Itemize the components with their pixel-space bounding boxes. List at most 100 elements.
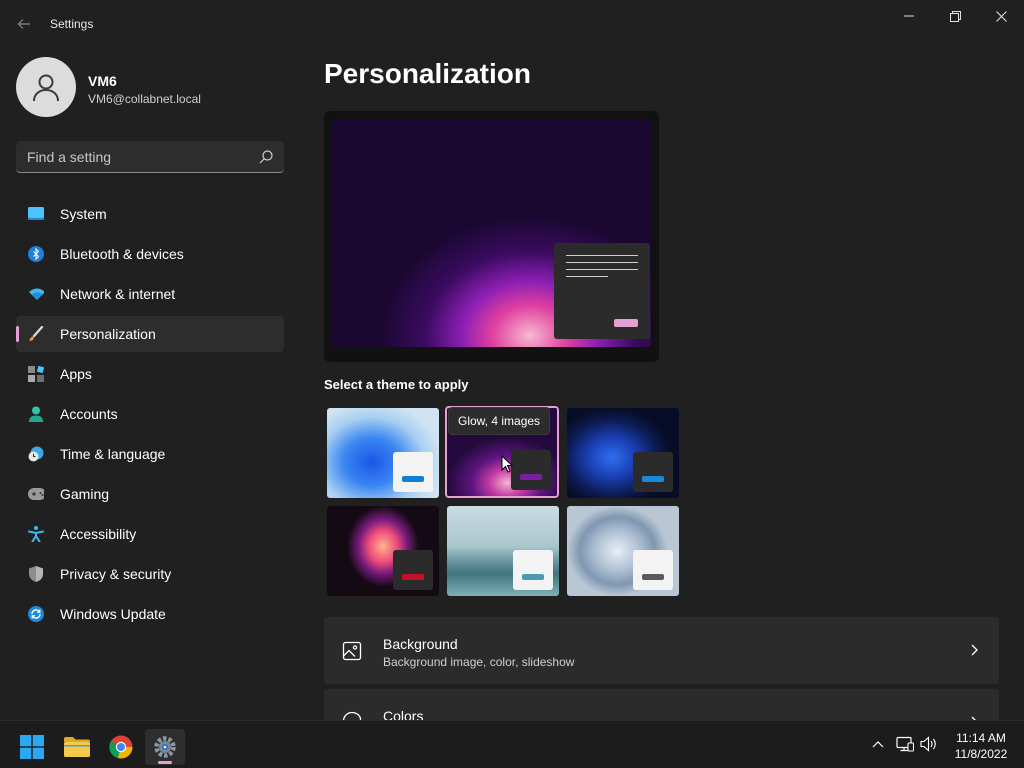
theme-card	[511, 450, 551, 490]
user-profile[interactable]: VM6 VM6@collabnet.local	[16, 57, 286, 117]
sidebar-item-accessibility[interactable]: Accessibility	[16, 516, 284, 552]
update-icon	[28, 606, 44, 622]
restore-button[interactable]	[932, 0, 978, 32]
chrome-button[interactable]	[101, 729, 141, 765]
row-title: Colors	[383, 708, 424, 720]
theme-card	[393, 550, 433, 590]
search-icon	[259, 150, 273, 164]
chrome-icon	[109, 735, 133, 759]
sidebar-item-label: Accessibility	[60, 526, 137, 542]
sidebar-item-apps[interactable]: Apps	[16, 356, 284, 392]
file-explorer-button[interactable]	[57, 729, 97, 765]
sidebar-item-network[interactable]: Network & internet	[16, 276, 284, 312]
network-tray-button[interactable]	[896, 735, 914, 753]
title-bar: Settings	[0, 0, 1024, 48]
preview-window	[554, 243, 650, 339]
search-placeholder: Find a setting	[27, 149, 112, 165]
sidebar-nav: System Bluetooth & devices Network & int…	[16, 196, 284, 636]
background-setting-row[interactable]: Background Background image, color, slid…	[324, 617, 999, 684]
clock-time: 11:14 AM	[956, 731, 1006, 745]
sidebar-item-personalization[interactable]: Personalization	[16, 316, 284, 352]
theme-preview	[324, 111, 659, 362]
preview-button	[614, 319, 638, 327]
sidebar-item-label: Network & internet	[60, 286, 176, 302]
shield-icon	[28, 566, 44, 582]
theme-card	[633, 550, 673, 590]
restore-icon	[949, 10, 961, 22]
person-icon	[33, 74, 59, 102]
speaker-icon	[920, 736, 936, 752]
sidebar-item-label: Time & language	[60, 446, 166, 462]
theme-windows-light[interactable]	[326, 407, 440, 499]
theme-accent-swatch	[642, 476, 664, 482]
sidebar-item-label: Privacy & security	[60, 566, 172, 582]
close-button[interactable]	[978, 0, 1024, 32]
sidebar-item-system[interactable]: System	[16, 196, 284, 232]
sidebar-item-gaming[interactable]: Gaming	[16, 476, 284, 512]
wifi-icon	[28, 286, 44, 302]
volume-tray-button[interactable]	[920, 735, 938, 753]
theme-accent-swatch	[522, 574, 544, 580]
accessibility-icon	[28, 526, 44, 542]
theme-sunrise[interactable]	[566, 505, 680, 597]
network-icon	[896, 736, 914, 752]
theme-card	[393, 452, 433, 492]
sidebar-item-label: Accounts	[60, 406, 118, 422]
windows-logo-icon	[20, 735, 44, 759]
sidebar-item-accounts[interactable]: Accounts	[16, 396, 284, 432]
theme-card	[513, 550, 553, 590]
person-icon	[28, 406, 44, 422]
sidebar-item-label: Bluetooth & devices	[60, 246, 184, 262]
start-button[interactable]	[12, 729, 52, 765]
back-button[interactable]	[12, 12, 36, 36]
theme-accent-swatch	[520, 474, 542, 480]
colors-setting-row[interactable]: Colors	[324, 689, 999, 720]
sidebar-item-time-language[interactable]: Time & language	[16, 436, 284, 472]
chevron-right-icon	[971, 644, 978, 656]
sidebar-item-label: Apps	[60, 366, 92, 382]
theme-accent-swatch	[402, 574, 424, 580]
back-arrow-icon	[17, 19, 30, 29]
sidebar-item-label: System	[60, 206, 107, 222]
sidebar-item-label: Personalization	[60, 326, 156, 342]
brush-icon	[28, 326, 44, 342]
mouse-cursor-icon	[501, 455, 513, 473]
row-title: Background	[383, 636, 458, 652]
user-email: VM6@collabnet.local	[88, 92, 201, 106]
image-icon	[342, 641, 362, 661]
user-name: VM6	[88, 73, 117, 89]
theme-flow[interactable]	[446, 505, 560, 597]
preview-line	[566, 276, 608, 277]
show-hidden-icons-button[interactable]	[869, 735, 887, 753]
sidebar-item-privacy[interactable]: Privacy & security	[16, 556, 284, 592]
row-subtitle: Background image, color, slideshow	[383, 655, 575, 669]
minimize-button[interactable]	[886, 0, 932, 32]
sidebar-item-label: Gaming	[60, 486, 110, 502]
gear-icon	[154, 736, 176, 758]
preview-line	[566, 269, 638, 270]
taskbar: 11:14 AM 11/8/2022	[0, 720, 1024, 768]
close-icon	[995, 10, 1007, 22]
sidebar-item-bluetooth[interactable]: Bluetooth & devices	[16, 236, 284, 272]
sidebar-item-label: Windows Update	[60, 606, 166, 622]
preview-line	[566, 255, 638, 256]
theme-windows-dark[interactable]	[566, 407, 680, 499]
sidebar-item-windows-update[interactable]: Windows Update	[16, 596, 284, 632]
search-input[interactable]: Find a setting	[16, 141, 284, 173]
preview-wallpaper	[332, 119, 651, 347]
theme-card	[633, 452, 673, 492]
settings-taskbar-button[interactable]	[145, 729, 185, 765]
chevron-up-icon	[872, 741, 884, 748]
themes-heading: Select a theme to apply	[324, 377, 469, 392]
apps-icon	[28, 366, 44, 382]
app-title: Settings	[50, 17, 94, 31]
preview-line	[566, 262, 638, 263]
bluetooth-icon	[28, 246, 44, 262]
palette-icon	[342, 711, 362, 720]
clock-globe-icon	[28, 446, 44, 462]
theme-captured-motion[interactable]	[326, 505, 440, 597]
avatar	[16, 57, 76, 117]
page-title: Personalization	[324, 58, 531, 89]
minimize-icon	[904, 15, 914, 17]
controller-icon	[28, 486, 44, 502]
